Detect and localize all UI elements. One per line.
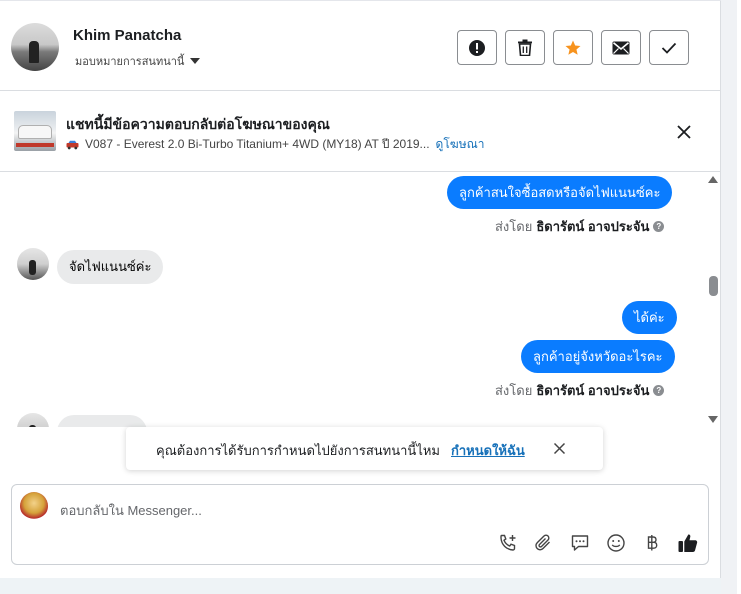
star-icon — [565, 40, 581, 55]
contact-avatar-small[interactable] — [17, 413, 49, 427]
view-ad-link[interactable]: ดูโฆษณา — [436, 135, 485, 154]
assign-label: มอบหมายการสนทนานี้ — [75, 56, 185, 68]
ad-text: V087 - Everest 2.0 Bi-Turbo Titanium+ 4W… — [85, 137, 430, 151]
check-icon — [661, 42, 677, 54]
phone-plus-icon — [500, 534, 516, 551]
composer-tools — [496, 531, 700, 555]
sender-name: ธิดารัตน์ อาจประจัน — [536, 383, 650, 398]
delete-button[interactable] — [505, 30, 545, 65]
message-bubble-incoming — [57, 415, 147, 427]
header-actions — [457, 30, 689, 65]
message-bubble-outgoing: ได้ค่ะ — [622, 301, 677, 334]
message-bubble-outgoing: ลูกค้าอยู่จังหวัดอะไรคะ — [521, 340, 675, 373]
reply-composer[interactable]: ตอบกลับใน Messenger... — [11, 484, 709, 565]
alert-icon — [469, 39, 485, 56]
sender-name: ธิดารัตน์ อาจประจัน — [536, 219, 650, 234]
star-button[interactable] — [553, 30, 593, 65]
scroll-up-arrow[interactable] — [708, 176, 718, 183]
trash-icon — [518, 39, 532, 56]
assign-to-me-link[interactable]: กำหนดให้ฉัน — [451, 440, 525, 461]
contact-name[interactable]: Khim Panatcha — [73, 27, 181, 44]
mark-done-button[interactable] — [649, 30, 689, 65]
car-icon — [66, 140, 79, 149]
chat-bubble-icon — [571, 535, 589, 551]
attach-button[interactable] — [532, 531, 556, 555]
like-button[interactable] — [676, 531, 700, 555]
paperclip-icon — [535, 534, 550, 551]
sent-by-label: ส่งโดย ธิดารัตน์ อาจประจัน ? — [495, 216, 665, 237]
saved-replies-button[interactable] — [568, 531, 592, 555]
conversation-header: Khim Panatcha มอบหมายการสนทนานี้ — [0, 3, 721, 91]
scroll-down-arrow[interactable] — [708, 416, 718, 423]
help-icon[interactable]: ? — [653, 221, 665, 232]
call-button[interactable] — [496, 531, 520, 555]
mark-unread-button[interactable] — [601, 30, 641, 65]
scrollbar-thumb[interactable] — [709, 276, 718, 296]
message-bubble-outgoing: ลูกค้าสนใจซื้อสดหรือจัดไฟแนนซ์คะ — [447, 176, 673, 209]
payment-button[interactable] — [640, 531, 664, 555]
assign-prompt-toast: คุณต้องการได้รับการกำหนดไปยังการสนทนานี้… — [126, 427, 603, 470]
reply-input[interactable]: ตอบกลับใน Messenger... — [60, 500, 202, 521]
smiley-icon — [607, 534, 625, 552]
sent-by-prefix: ส่งโดย — [495, 219, 533, 234]
close-icon[interactable] — [553, 442, 566, 455]
assign-prompt-message: คุณต้องการได้รับการกำหนดไปยังการสนทนานี้… — [156, 443, 440, 458]
conversation-panel: Khim Panatcha มอบหมายการสนทนานี้ แชทนี้ม… — [0, 0, 721, 578]
ad-thumbnail[interactable] — [14, 111, 56, 151]
message-bubble-incoming: จัดไฟแนนซ์ค่ะ — [57, 250, 164, 284]
page-background-strip — [721, 0, 741, 594]
sent-by-prefix: ส่งโดย — [495, 383, 533, 398]
sent-by-label: ส่งโดย ธิดารัตน์ อาจประจัน ? — [495, 380, 665, 401]
caret-down-icon — [190, 58, 201, 64]
contact-avatar[interactable] — [11, 23, 59, 71]
contact-avatar-small[interactable] — [17, 248, 49, 280]
report-button[interactable] — [457, 30, 497, 65]
help-icon[interactable]: ? — [653, 385, 665, 396]
close-icon[interactable] — [676, 124, 692, 140]
emoji-button[interactable] — [604, 531, 628, 555]
assign-dropdown[interactable]: มอบหมายการสนทนานี้ — [75, 52, 201, 70]
thumbs-up-icon — [678, 534, 698, 552]
baht-icon — [647, 535, 658, 551]
envelope-icon — [612, 41, 630, 54]
page-avatar — [20, 492, 48, 520]
ad-banner-title: แชทนี้มีข้อความตอบกลับต่อโฆษณาของคุณ — [66, 116, 330, 132]
message-thread: ลูกค้าสนใจซื้อสดหรือจัดไฟแนนซ์คะ ส่งโดย … — [0, 172, 721, 427]
ad-details: V087 - Everest 2.0 Bi-Turbo Titanium+ 4W… — [66, 135, 484, 154]
ad-reply-banner: แชทนี้มีข้อความตอบกลับต่อโฆษณาของคุณ V08… — [0, 92, 721, 172]
